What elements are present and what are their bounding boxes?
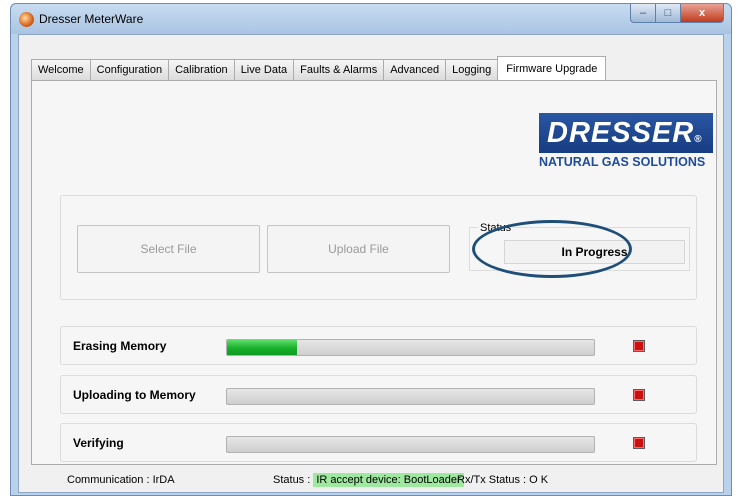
progress-row-erasing: Erasing Memory xyxy=(60,326,697,365)
rxtx-status: Rx/Tx Status : O K xyxy=(457,474,549,486)
communication-status: Communication : IrDA xyxy=(67,474,175,486)
logo-band: DRESSER® xyxy=(539,113,713,153)
connection-status-value: IR accept device: BootLoader xyxy=(313,473,464,487)
connection-status-prefix: Status : xyxy=(273,474,311,486)
tab-advanced[interactable]: Advanced xyxy=(383,59,446,80)
progress-bar xyxy=(226,436,595,453)
tab-configuration[interactable]: Configuration xyxy=(89,59,169,80)
app-window: Dresser MeterWare – □ x Welcome Configur… xyxy=(10,3,732,496)
progress-fill xyxy=(227,340,297,355)
dresser-logo: DRESSER® NATURAL GAS SOLUTIONS xyxy=(539,113,713,169)
progress-label: Uploading to Memory xyxy=(73,388,196,402)
app-icon xyxy=(19,12,34,27)
tab-faults-alarms[interactable]: Faults & Alarms xyxy=(293,59,384,80)
tab-calibration[interactable]: Calibration xyxy=(168,59,234,80)
client-area: Welcome Configuration Calibration Live D… xyxy=(18,34,724,493)
file-actions-group: Select File Upload File Status In Progre… xyxy=(60,195,697,300)
select-file-button[interactable]: Select File xyxy=(77,225,260,273)
progress-row-verifying: Verifying xyxy=(60,423,697,462)
maximize-button[interactable]: □ xyxy=(656,4,681,23)
tab-firmware-upgrade[interactable]: Firmware Upgrade xyxy=(497,56,607,81)
firmware-upgrade-panel: DRESSER® NATURAL GAS SOLUTIONS Select Fi… xyxy=(31,80,717,465)
tab-live-data[interactable]: Live Data xyxy=(233,59,294,80)
close-button[interactable]: x xyxy=(681,4,724,23)
progress-bar xyxy=(226,388,595,405)
status-value: In Progress xyxy=(504,240,685,264)
progress-label: Erasing Memory xyxy=(73,339,167,353)
status-indicator xyxy=(633,437,645,449)
status-bar: Communication : IrDA Status : IR accept … xyxy=(19,470,723,492)
status-label: Status xyxy=(478,222,514,234)
logo-subtitle: NATURAL GAS SOLUTIONS xyxy=(539,155,706,169)
window-title: Dresser MeterWare xyxy=(39,12,144,26)
status-indicator xyxy=(633,340,645,352)
logo-brand: DRESSER® xyxy=(547,117,703,149)
connection-status: Status : IR accept device: BootLoader xyxy=(273,473,464,487)
tab-logging[interactable]: Logging xyxy=(445,59,498,80)
minimize-button[interactable]: – xyxy=(630,4,656,23)
window-controls: – □ x xyxy=(630,4,724,23)
progress-row-uploading: Uploading to Memory xyxy=(60,375,697,414)
status-indicator xyxy=(633,389,645,401)
status-group: Status In Progress xyxy=(469,222,690,271)
title-bar[interactable]: Dresser MeterWare – □ x xyxy=(11,4,731,34)
tab-strip: Welcome Configuration Calibration Live D… xyxy=(31,55,607,81)
upload-file-button[interactable]: Upload File xyxy=(267,225,450,273)
tab-welcome[interactable]: Welcome xyxy=(31,59,90,80)
progress-label: Verifying xyxy=(73,436,124,450)
progress-bar xyxy=(226,339,595,356)
